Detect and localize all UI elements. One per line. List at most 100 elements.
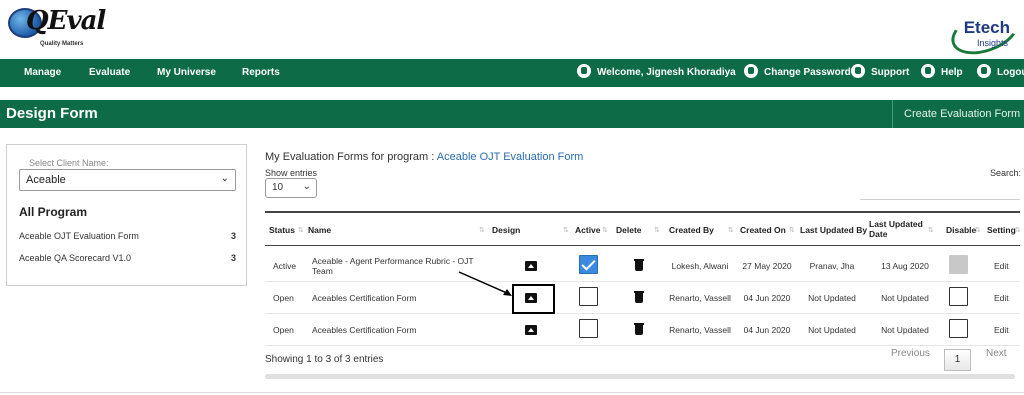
search-input[interactable] [860, 178, 1020, 200]
help-icon [921, 64, 935, 79]
col-setting[interactable]: Setting [987, 213, 1016, 246]
col-last-updated-date[interactable]: Last Updated Date [869, 213, 927, 246]
nav-logout[interactable]: Logout [977, 59, 1024, 87]
disable-checkbox[interactable] [949, 255, 968, 274]
qeval-logo[interactable]: QEval Quality Matters [4, 4, 106, 50]
table-row: Open Aceables Certification Form Renarto… [265, 314, 1020, 346]
welcome-user: Welcome, Jignesh Khoradiya [577, 59, 736, 87]
forms-heading-program-link[interactable]: Aceable OJT Evaluation Form [437, 151, 584, 163]
table-info: Showing 1 to 3 of 3 entries [265, 354, 384, 365]
col-name[interactable]: Name [308, 213, 331, 246]
client-select[interactable]: Aceable ⌄ [19, 169, 236, 191]
col-delete[interactable]: Delete [616, 213, 642, 246]
program-item-name: Aceable OJT Evaluation Form [19, 231, 139, 241]
row-status: Active [273, 260, 297, 271]
client-select-value: Aceable [26, 174, 66, 186]
row-name: Aceables Certification Form [312, 324, 417, 335]
pagination-previous[interactable]: Previous [891, 348, 930, 359]
sort-icon: ⇅ [789, 227, 795, 234]
col-last-updated-by[interactable]: Last Updated By [800, 213, 867, 246]
row-created-by: Renarto, Vassell [669, 292, 731, 303]
create-evaluation-form-button[interactable]: Create Evaluation Form [904, 108, 1020, 120]
qeval-logo-text: QEval [26, 6, 106, 36]
row-created-by: Renarto, Vassell [669, 324, 731, 335]
row-last-updated-by: Not Updated [808, 292, 856, 303]
help-label: Help [941, 67, 963, 78]
row-status: Open [273, 324, 294, 335]
row-name: Aceables Certification Form [312, 292, 417, 303]
etech-insights-logo: Etech Insights [940, 1, 1024, 63]
annotation-highlight-box [512, 284, 555, 314]
insights-logo-text: Insights [976, 38, 1008, 48]
disable-checkbox[interactable] [949, 287, 968, 306]
horizontal-scrollbar[interactable] [265, 374, 1015, 379]
sort-icon: ⇅ [654, 227, 660, 234]
design-image-icon[interactable] [525, 325, 537, 335]
forms-heading: My Evaluation Forms for program : Aceabl… [265, 151, 583, 163]
entries-select[interactable]: 10 ⌄ [265, 178, 317, 198]
col-created-by[interactable]: Created By [669, 213, 714, 246]
col-created-on[interactable]: Created On [740, 213, 786, 246]
row-name: Aceable - Agent Performance Rubric - OJT… [312, 255, 474, 276]
row-last-updated-by: Not Updated [808, 324, 856, 335]
row-created-on: 04 Jun 2020 [743, 292, 791, 303]
search-label: Search: [990, 168, 1022, 178]
trash-icon[interactable] [634, 259, 644, 271]
pagination-page[interactable]: 1 [944, 349, 971, 371]
col-design[interactable]: Design [492, 213, 520, 246]
row-status: Open [273, 292, 294, 303]
gear-icon [744, 64, 758, 79]
nav-evaluate[interactable]: Evaluate [89, 59, 130, 87]
chevron-down-icon: ⌄ [220, 173, 229, 184]
qeval-tagline: Quality Matters [40, 41, 84, 47]
program-item[interactable]: Aceable OJT Evaluation Form 3 [19, 231, 236, 241]
chevron-down-icon: ⌄ [302, 181, 311, 192]
edit-link[interactable]: Edit [994, 250, 1009, 282]
program-item[interactable]: Aceable QA Scorecard V1.0 3 [19, 253, 236, 263]
sort-icon: ⇅ [602, 227, 608, 234]
trash-icon[interactable] [634, 291, 644, 303]
program-item-count: 3 [230, 253, 236, 263]
row-created-on: 04 Jun 2020 [743, 324, 791, 335]
disable-checkbox[interactable] [949, 319, 968, 338]
nav-reports[interactable]: Reports [242, 59, 280, 87]
table-header: Status ⇅ Name ⇅ Design ⇅ Active ⇅ Delete… [265, 211, 1021, 246]
col-active[interactable]: Active [575, 213, 601, 246]
nav-support[interactable]: Support [851, 59, 909, 87]
program-panel: Select Client Name: Aceable ⌄ All Progra… [6, 144, 247, 286]
col-status[interactable]: Status [269, 213, 295, 246]
main-nav: Manage Evaluate My Universe Reports Welc… [0, 59, 1024, 87]
pagination-next[interactable]: Next [986, 348, 1007, 359]
row-created-on: 27 May 2020 [742, 260, 792, 271]
nav-my-universe[interactable]: My Universe [157, 59, 216, 87]
col-disable[interactable]: Disable [946, 213, 976, 246]
row-last-updated-by: Pranav, Jha [809, 260, 855, 271]
active-checkbox[interactable] [579, 287, 598, 306]
entries-select-value: 10 [272, 182, 284, 193]
row-last-updated-date: 13 Aug 2020 [881, 260, 929, 271]
welcome-text: Welcome, Jignesh Khoradiya [597, 67, 736, 78]
power-icon [977, 64, 991, 79]
table-row: Open Aceables Certification Form Renarto… [265, 282, 1020, 314]
nav-change-password[interactable]: Change Password [744, 59, 851, 87]
change-password-label: Change Password [764, 67, 851, 78]
support-icon [851, 64, 865, 79]
row-last-updated-date: Not Updated [881, 292, 929, 303]
sort-icon: ⇅ [298, 227, 304, 234]
trash-icon[interactable] [634, 323, 644, 335]
page-title-bar: Design Form Create Evaluation Form [0, 100, 1024, 128]
sort-icon: ⇅ [728, 227, 734, 234]
design-image-icon[interactable] [525, 261, 537, 271]
edit-link[interactable]: Edit [994, 314, 1009, 346]
sort-icon: ⇅ [1015, 227, 1021, 234]
nav-manage[interactable]: Manage [24, 59, 61, 87]
sort-icon: ⇅ [563, 227, 569, 234]
active-checkbox[interactable] [579, 255, 598, 274]
show-entries-label: Show entries [265, 168, 318, 178]
title-divider [892, 100, 893, 128]
all-program-heading: All Program [19, 205, 88, 219]
nav-help[interactable]: Help [921, 59, 963, 87]
etech-logo-text: Etech [963, 18, 1010, 37]
active-checkbox[interactable] [579, 319, 598, 338]
edit-link[interactable]: Edit [994, 282, 1009, 314]
